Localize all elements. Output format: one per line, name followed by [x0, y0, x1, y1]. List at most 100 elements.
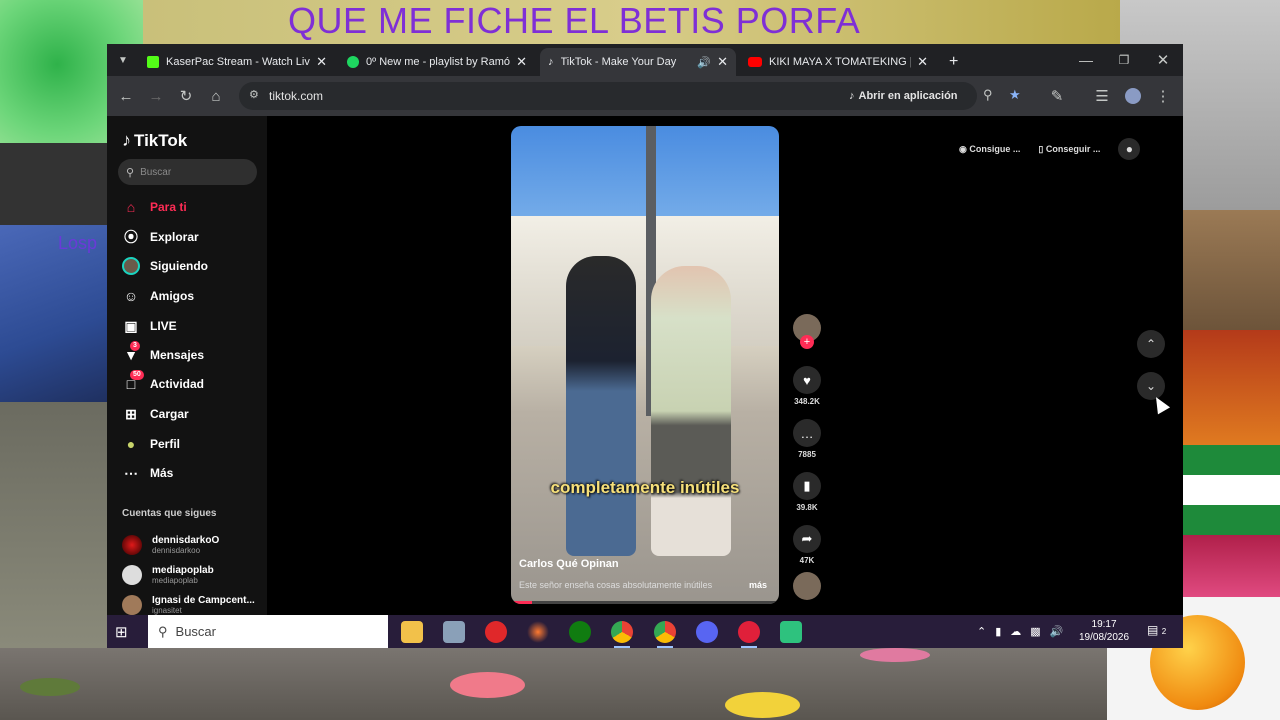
like-count: 348.2K — [794, 397, 820, 406]
windows-start-icon[interactable]: ⊞ — [115, 623, 128, 641]
nav-para-ti[interactable]: ⌂ Para ti — [122, 196, 187, 218]
close-tab-icon[interactable]: ✕ — [316, 54, 327, 70]
video-scene-building — [511, 216, 779, 346]
tiktok-logo[interactable]: ♪ TikTok — [122, 130, 187, 151]
browser-menu-icon[interactable]: ⋮ — [1151, 84, 1175, 108]
nav-amigos[interactable]: ☺ Amigos — [122, 285, 194, 307]
nav-live[interactable]: ▣ LIVE — [122, 315, 176, 337]
nav-perfil[interactable]: ● Perfil — [122, 433, 180, 455]
app-icon[interactable] — [443, 621, 465, 643]
profile-avatar[interactable] — [1121, 84, 1145, 108]
creator-avatar-button[interactable]: + — [787, 314, 827, 349]
tab-title: KIKI MAYA X TOMATEKING | TIE — [769, 56, 911, 68]
coin-icon: ◉ — [959, 143, 970, 154]
restore-icon[interactable]: ❐ — [1112, 48, 1136, 72]
close-window-icon[interactable]: ✕ — [1151, 48, 1175, 72]
nav-explorar[interactable]: ⦿ Explorar — [122, 226, 199, 248]
speaker-icon[interactable]: 🔊 — [697, 56, 711, 69]
more-button[interactable]: más — [749, 580, 767, 590]
nav-cargar[interactable]: ⊞ Cargar — [122, 403, 189, 425]
forward-icon[interactable]: → — [144, 84, 168, 108]
taskbar-search[interactable]: ⚲ Buscar — [148, 615, 388, 648]
like-button[interactable]: ♥ 348.2K — [787, 366, 827, 406]
tray-app-icon[interactable]: ☁ — [1010, 625, 1021, 638]
previous-video-button[interactable]: ⌃ — [1137, 330, 1165, 358]
follow-plus-icon[interactable]: + — [800, 335, 814, 349]
share-count: 47K — [799, 556, 815, 565]
overlay-image-right-5 — [1183, 535, 1280, 597]
minimize-icon[interactable]: — — [1074, 48, 1098, 72]
nav-mas[interactable]: ⋯ Más — [122, 462, 173, 484]
nav-label: Actividad — [150, 377, 205, 391]
account-handle: dennisdarkoo — [152, 545, 201, 555]
get-coins-button[interactable]: ◉ Consigue ... — [959, 144, 1020, 155]
tab-search-chevron-icon[interactable]: ▼ — [111, 48, 135, 72]
red-app-icon[interactable] — [485, 621, 507, 643]
site-info-icon[interactable]: ⚙ — [249, 88, 259, 101]
taskbar-search-placeholder: Buscar — [175, 624, 216, 639]
search-input[interactable]: ⚲ Buscar — [118, 159, 257, 185]
network-icon[interactable]: ▩ — [1030, 625, 1040, 638]
green-app-icon[interactable] — [780, 621, 802, 643]
chrome-icon[interactable] — [611, 621, 633, 648]
following-account[interactable]: mediapoplab mediapoplab — [122, 562, 214, 588]
discord-icon[interactable] — [696, 621, 718, 643]
share-button[interactable]: ➦ 47K — [787, 525, 827, 565]
new-tab-button[interactable]: + — [941, 48, 965, 76]
close-tab-icon[interactable]: ✕ — [717, 54, 728, 70]
tab-tiktok[interactable]: ♪ TikTok - Make Your Day 🔊 ✕ — [540, 48, 736, 76]
nav-label: Mensajes — [150, 348, 205, 362]
progress-fill — [511, 601, 533, 604]
clock[interactable]: 19:17 19/08/2026 — [1079, 618, 1129, 644]
tiktok-icon: ♪ — [548, 56, 554, 68]
notification-icon: ▤ — [1147, 623, 1159, 637]
save-button[interactable]: ▮ 39.8K — [787, 472, 827, 512]
microphone-icon[interactable]: ▮ — [995, 625, 1001, 638]
video-description: Este señor enseña cosas absolutamente in… — [519, 580, 713, 590]
video-progress-bar[interactable] — [511, 601, 779, 604]
video-author[interactable]: Carlos Qué Opinan — [519, 558, 619, 570]
user-avatar[interactable]: ● — [1118, 138, 1141, 160]
home-button-icon[interactable]: ⌂ — [204, 84, 228, 108]
open-in-app-button[interactable]: ♪ Abrir en aplicación — [849, 87, 958, 105]
opera-icon[interactable] — [738, 621, 760, 648]
close-tab-icon[interactable]: ✕ — [917, 54, 928, 70]
back-icon[interactable]: ← — [114, 84, 138, 108]
video-feed: completamente inútiles Carlos Qué Opinan… — [267, 116, 1183, 648]
tab-spotify[interactable]: 0º New me - playlist by Ramón ✕ — [339, 48, 535, 76]
comment-button[interactable]: … 7885 — [787, 419, 827, 459]
spark-app-icon[interactable] — [527, 621, 549, 643]
media-control-icon[interactable]: ☰ — [1090, 84, 1114, 108]
zoom-icon[interactable]: ⚲ — [983, 87, 993, 103]
notification-center-button[interactable]: ▤ 2 — [1147, 623, 1166, 637]
nav-siguiendo[interactable]: Siguiendo — [122, 255, 208, 277]
overlay-panel-left — [0, 143, 107, 225]
xbox-icon[interactable] — [569, 621, 591, 643]
get-app-button[interactable]: ▯ Conseguir ... — [1038, 144, 1100, 155]
tab-kaserpac[interactable]: KaserPac Stream - Watch Live o ✕ — [139, 48, 335, 76]
chevron-up-icon[interactable]: ⌃ — [977, 625, 986, 638]
video-player[interactable]: completamente inútiles Carlos Qué Opinan… — [511, 126, 779, 604]
volume-icon[interactable]: 🔊 — [1050, 625, 1064, 638]
tab-title: TikTok - Make Your Day — [560, 56, 677, 68]
video-scene-person-right — [651, 266, 731, 556]
extensions-icon[interactable]: ✎ — [1045, 84, 1069, 108]
friends-icon: ☺ — [123, 288, 139, 304]
browser-toolbar: ← → ↻ ⌂ ⚙ tiktok.com ♪ Abrir en aplicaci… — [107, 76, 1183, 116]
sound-disc-icon — [793, 572, 821, 600]
tab-youtube[interactable]: KIKI MAYA X TOMATEKING | TIE ✕ — [740, 48, 936, 76]
nav-actividad[interactable]: □ 50 Actividad — [122, 370, 205, 395]
messages-icon: ▼ 3 — [124, 341, 140, 363]
file-explorer-icon[interactable] — [401, 621, 423, 643]
sound-avatar[interactable] — [787, 572, 827, 600]
close-tab-icon[interactable]: ✕ — [516, 54, 527, 70]
chevron-up-icon: ⌃ — [1145, 337, 1157, 351]
bookmark-star-icon[interactable]: ★ — [1009, 87, 1021, 103]
windows-taskbar: ⊞ ⚲ Buscar ⌃ ▮ ☁ ▩ 🔊 19:17 19/08/2026 ▤ … — [107, 615, 1183, 648]
nav-mensajes[interactable]: ▼ 3 Mensajes — [122, 341, 205, 366]
address-bar[interactable]: ⚙ tiktok.com ♪ Abrir en aplicación ⚲ ★ — [239, 82, 1021, 110]
following-account[interactable]: dennisdarkoO dennisdarkoo — [122, 532, 219, 558]
chrome-icon[interactable] — [654, 621, 676, 648]
following-icon — [122, 257, 140, 275]
reload-icon[interactable]: ↻ — [174, 84, 198, 108]
